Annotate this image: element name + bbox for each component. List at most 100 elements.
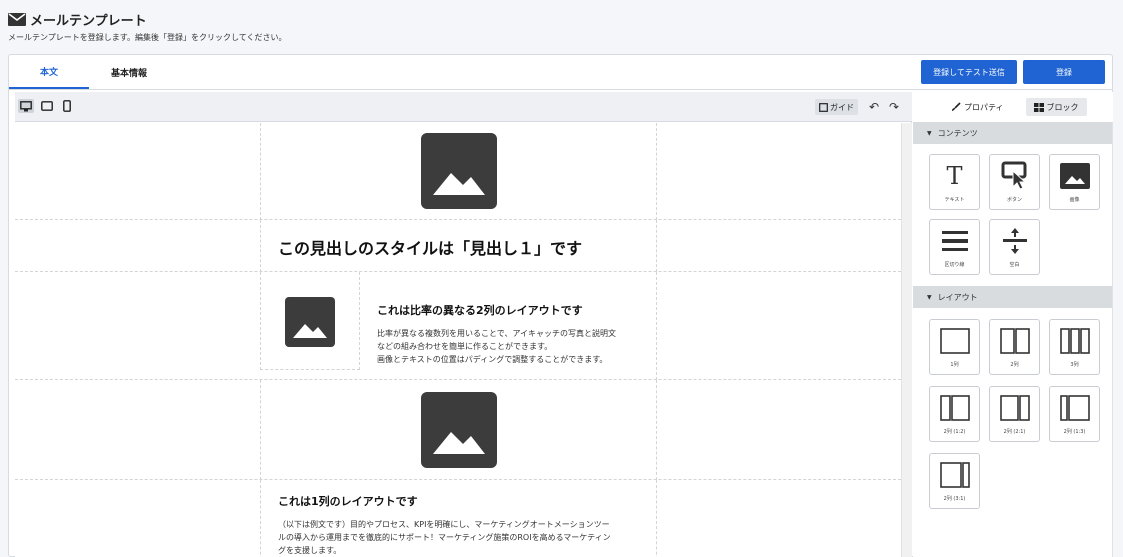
canvas-column	[260, 380, 657, 480]
block-label: 2列 (1:3)	[1063, 429, 1086, 435]
layout-2col-icon	[990, 326, 1039, 356]
register-button[interactable]: 登録	[1023, 60, 1105, 84]
page-subtitle: メールテンプレートを登録します。編集後「登録」をクリックしてください。	[8, 33, 287, 42]
canvas-column-image	[260, 272, 360, 370]
canvas-scrollbar[interactable]	[901, 123, 912, 557]
block-label: 2列	[1010, 362, 1019, 368]
text-icon: T	[946, 162, 963, 190]
tablet-icon[interactable]	[39, 99, 55, 113]
canvas-row-two-column[interactable]: これは比率の異なる2列のレイアウトです 比率が異なる複数列を用いることで、アイキ…	[15, 272, 901, 380]
block-layout-2col-2-1[interactable]: 2列 (2:1)	[989, 386, 1040, 442]
block-layout-3col[interactable]: 3列	[1049, 319, 1100, 375]
canvas-column: この見出しのスタイルは「見出し１」です	[260, 220, 657, 272]
brush-icon	[952, 102, 961, 111]
block-layout-2col[interactable]: 2列	[989, 319, 1040, 375]
image-placeholder-icon[interactable]	[421, 392, 497, 468]
editor-toolbar: ガイド ↶ ↷	[15, 92, 912, 122]
tab-basic-info[interactable]: 基本情報	[89, 55, 169, 89]
checkbox-icon	[819, 102, 828, 112]
page-title-text: メールテンプレート	[30, 14, 147, 29]
block-text[interactable]: T テキスト	[929, 154, 980, 210]
block-label: 2列 (2:1)	[1003, 429, 1026, 435]
canvas-column: これは1列のレイアウトです （以下は例文です）目的やプロセス、KPIを明確にし、…	[260, 480, 657, 557]
one-column-heading[interactable]: これは1列のレイアウトです	[278, 493, 418, 509]
page-title: メールテンプレート	[8, 10, 286, 29]
block-label: ボタン	[1006, 197, 1022, 203]
blocks-icon	[1033, 102, 1044, 112]
page-header: メールテンプレート メールテンプレートを登録します。編集後「登録」をクリックして…	[8, 10, 286, 43]
sidebar-tabs: プロパティ ブロック	[913, 92, 1113, 122]
canvas-row-image[interactable]	[15, 380, 901, 480]
layout-section-title: レイアウト	[937, 292, 978, 302]
redo-icon[interactable]: ↷	[887, 99, 901, 115]
two-column-heading[interactable]: これは比率の異なる2列のレイアウトです	[377, 302, 583, 318]
block-label: 2列 (3:1)	[943, 496, 966, 502]
block-layout-2col-1-3[interactable]: 2列 (1:3)	[1049, 386, 1100, 442]
guide-toggle-button[interactable]: ガイド	[815, 99, 858, 115]
tab-properties-label: プロパティ	[964, 102, 1004, 112]
body-line: 画像とテキストの位置はパディングで調整することができます。	[377, 355, 608, 364]
heading-1-text[interactable]: この見出しのスタイルは「見出し１」です	[278, 235, 582, 259]
layout-2col-3-1-icon	[930, 460, 979, 490]
guide-label: ガイド	[830, 102, 854, 112]
sidebar-scrollbar[interactable]	[1112, 122, 1113, 557]
block-label: 3列	[1070, 362, 1079, 368]
block-label: 画像	[1069, 197, 1080, 203]
caret-down-icon: ▼	[927, 129, 932, 137]
block-layout-2col-3-1[interactable]: 2列 (3:1)	[929, 453, 980, 509]
block-divider[interactable]: 区切り線	[929, 219, 980, 275]
mobile-icon[interactable]	[59, 99, 75, 113]
tab-divider	[9, 89, 1112, 90]
contents-section-title: コンテンツ	[937, 128, 978, 138]
block-image[interactable]: 画像	[1049, 154, 1100, 210]
layout-1col-icon	[930, 326, 979, 356]
block-label: 空白	[1009, 262, 1020, 268]
body-line: （以下は例文です）目的やプロセス、KPIを明確にし、マーケティングオートメーショ…	[278, 520, 610, 529]
two-column-body[interactable]: 比率が異なる複数列を用いることで、アイキャッチの写真と説明文 などの組み合わせを…	[377, 327, 652, 366]
layout-2col-2-1-icon	[990, 393, 1039, 423]
image-icon	[1050, 161, 1099, 191]
canvas-row-one-column[interactable]: これは1列のレイアウトです （以下は例文です）目的やプロセス、KPIを明確にし、…	[15, 480, 901, 557]
block-layout-2col-1-2[interactable]: 2列 (1:2)	[929, 386, 980, 442]
template-editor-panel: 本文 基本情報 登録してテスト送信 登録 ガイド ↶ ↷ この見出しのスタイルは…	[8, 54, 1113, 557]
image-placeholder-icon[interactable]	[421, 133, 497, 209]
block-label: テキスト	[944, 197, 965, 203]
contents-section-header[interactable]: ▼ コンテンツ	[913, 122, 1113, 144]
body-line: ルの導入から運用までを徹底的にサポート！マーケティング施策のROIを高めるマーケ…	[278, 533, 611, 542]
one-column-body[interactable]: （以下は例文です）目的やプロセス、KPIを明確にし、マーケティングオートメーショ…	[278, 518, 653, 557]
body-line: グを支援します。	[278, 546, 342, 555]
block-label: 区切り線	[944, 262, 965, 268]
block-label: 1列	[950, 362, 959, 368]
tab-body[interactable]: 本文	[9, 55, 89, 89]
undo-icon[interactable]: ↶	[867, 99, 881, 115]
canvas-row-image[interactable]	[15, 123, 901, 220]
block-spacer[interactable]: 空白	[989, 219, 1040, 275]
mail-icon	[8, 13, 26, 26]
block-layout-1col[interactable]: 1列	[929, 319, 980, 375]
tab-blocks-label: ブロック	[1046, 102, 1079, 112]
layout-2col-1-2-icon	[930, 393, 979, 423]
email-canvas: この見出しのスタイルは「見出し１」です これは比率の異なる2列のレイアウトです …	[15, 123, 901, 557]
body-line: 比率が異なる複数列を用いることで、アイキャッチの写真と説明文	[377, 329, 617, 338]
canvas-column	[260, 123, 657, 220]
button-click-icon	[990, 161, 1039, 191]
canvas-row-heading[interactable]: この見出しのスタイルは「見出し１」です	[15, 220, 901, 272]
block-sidebar: プロパティ ブロック ▼ コンテンツ T テキスト ボタン 画像 区切り線 空白…	[913, 92, 1113, 557]
image-placeholder-icon[interactable]	[285, 297, 335, 347]
canvas-column-text: これは比率の異なる2列のレイアウトです 比率が異なる複数列を用いることで、アイキ…	[360, 272, 657, 380]
desktop-icon[interactable]	[18, 99, 34, 113]
divider-icon	[930, 226, 979, 256]
layout-2col-1-3-icon	[1050, 393, 1099, 423]
tab-bar: 本文 基本情報	[9, 55, 169, 89]
caret-down-icon: ▼	[927, 293, 932, 301]
block-label: 2列 (1:2)	[943, 429, 966, 435]
layout-3col-icon	[1050, 326, 1099, 356]
body-line: などの組み合わせを簡単に作ることができます。	[377, 342, 553, 351]
editor-area: ガイド ↶ ↷ この見出しのスタイルは「見出し１」です これは比率の異なる2列の…	[15, 92, 912, 557]
register-and-test-send-button[interactable]: 登録してテスト送信	[921, 60, 1017, 84]
layout-section-header[interactable]: ▼ レイアウト	[913, 286, 1113, 308]
tab-blocks[interactable]: ブロック	[1025, 98, 1087, 116]
block-button[interactable]: ボタン	[989, 154, 1040, 210]
spacer-icon	[990, 226, 1039, 256]
tab-properties[interactable]: プロパティ	[943, 98, 1012, 116]
